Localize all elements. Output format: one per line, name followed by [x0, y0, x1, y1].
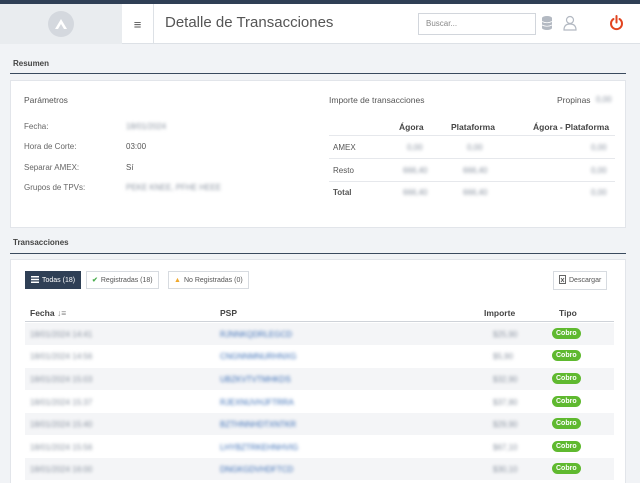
row-psp-link[interactable]: LHYBZTRKEHNHVIG	[220, 443, 298, 452]
resumen-card: Parámetros Fecha: 18/01/2024 Hora de Cor…	[10, 80, 626, 228]
hamburger-menu-icon[interactable]: ≡	[122, 4, 154, 44]
row-fecha: 18/01/2024 15:37	[30, 398, 93, 407]
download-button[interactable]: Descargar	[553, 271, 608, 290]
row-total-plataforma: 666,40	[463, 188, 488, 197]
tipo-badge: Cobro	[552, 350, 581, 361]
list-icon	[31, 275, 39, 285]
logo-mark-icon	[48, 11, 74, 37]
row-fecha: 18/01/2024 15:03	[30, 375, 93, 384]
row-importe: $5,90	[493, 352, 514, 361]
table-row[interactable]: 18/01/2024 15:40 BZTHNNHDTXNTKR $29,90 C…	[25, 413, 614, 435]
table-row[interactable]: 18/01/2024 15:37 RJEXNUVHJFTRRA $37,80 C…	[25, 391, 614, 413]
tab-todas[interactable]: Todas (18)	[25, 271, 82, 289]
row-resto-agora: 666,40	[403, 166, 428, 175]
row-fecha: 18/01/2024 15:56	[30, 443, 93, 452]
row-psp-link[interactable]: CNGNNMNURHNXG	[220, 352, 296, 361]
table-row[interactable]: 18/01/2024 15:56 LHYBZTRKEHNHVIG $67,10 …	[25, 436, 614, 458]
separar-amex-label: Separar AMEX:	[24, 163, 80, 172]
grupos-tpv-value: PEKE KNEE, PFHE HEEE	[126, 183, 222, 192]
app-header: ≡ Detalle de Transacciones Buscar...	[0, 4, 640, 44]
resumen-section-title: Resumen	[13, 59, 50, 68]
hora-corte-label: Hora de Corte:	[24, 142, 77, 151]
row-total-label: Total	[333, 188, 352, 197]
database-icon[interactable]	[541, 15, 553, 33]
hora-corte-value: 03:00	[126, 142, 147, 151]
row-importe: $29,90	[493, 420, 518, 429]
tipo-badge: Cobro	[552, 463, 581, 474]
propinas-value: 0,00	[596, 95, 612, 104]
tipo-badge: Cobro	[552, 396, 581, 407]
page-title: Detalle de Transacciones	[165, 14, 334, 31]
row-importe: $30,10	[493, 465, 518, 474]
row-psp-link[interactable]: UBZKVTVTMHKDS	[220, 375, 291, 384]
check-icon: ✔	[92, 277, 98, 284]
row-importe: $32,90	[493, 375, 518, 384]
row-psp-link[interactable]: DNGKGDVHDFTCD	[220, 465, 293, 474]
sort-icon: ↓≡	[56, 308, 67, 318]
section-divider	[10, 253, 626, 254]
row-amex-plataforma: 0,00	[467, 143, 483, 152]
tipo-badge: Cobro	[552, 441, 581, 452]
row-amex-agora: 0,00	[407, 143, 423, 152]
row-psp-link[interactable]: BZTHNNHDTXNTKR	[220, 420, 296, 429]
logo[interactable]	[0, 4, 122, 44]
warning-icon: ▲	[174, 276, 181, 284]
tipo-badge: Cobro	[552, 418, 581, 429]
fecha-value: 18/01/2024	[126, 122, 167, 131]
row-fecha: 18/01/2024 15:40	[30, 420, 93, 429]
row-resto-diff: 0,00	[591, 166, 607, 175]
table-row[interactable]: 18/01/2024 16:00 DNGKGDVHDFTCD $30,10 Co…	[25, 458, 614, 480]
row-total-agora: 666,40	[403, 188, 428, 197]
fecha-label: Fecha:	[24, 122, 49, 131]
tab-no-registradas[interactable]: ▲ No Registradas (0)	[168, 271, 249, 289]
row-total-diff: 0,00	[591, 188, 607, 197]
importe-title: Importe de transacciones	[329, 95, 425, 105]
row-fecha: 18/01/2024 14:56	[30, 352, 93, 361]
tab-registradas[interactable]: ✔ Registradas (18)	[86, 271, 159, 289]
col-psp-header: PSP	[220, 308, 238, 318]
row-fecha: 18/01/2024 16:00	[30, 465, 93, 474]
row-psp-link[interactable]: RJNNKQDRLEGCD	[220, 330, 292, 339]
row-importe: $67,10	[493, 443, 518, 452]
file-excel-icon	[559, 275, 566, 286]
table-row[interactable]: 18/01/2024 14:41 RJNNKQDRLEGCD $25,90 Co…	[25, 323, 614, 345]
row-importe: $25,90	[493, 330, 518, 339]
col-agora-header: Ágora	[399, 122, 424, 132]
table-row[interactable]: 18/01/2024 14:56 CNGNNMNURHNXG $5,90 Cob…	[25, 345, 614, 367]
row-importe: $37,80	[493, 398, 518, 407]
tipo-badge: Cobro	[552, 328, 581, 339]
user-icon[interactable]	[563, 15, 577, 33]
row-psp-link[interactable]: RJEXNUVHJFTRRA	[220, 398, 294, 407]
table-row[interactable]: 18/01/2024 15:03 UBZKVTVTMHKDS $32,90 Co…	[25, 368, 614, 390]
separar-amex-value: Sí	[126, 163, 134, 172]
row-resto-label: Resto	[333, 166, 354, 175]
row-amex-diff: 0,00	[591, 143, 607, 152]
col-importe-header: Importe	[484, 308, 516, 318]
propinas-label: Propinas	[557, 95, 591, 105]
tipo-badge: Cobro	[552, 373, 581, 384]
col-diff-header: Ágora - Plataforma	[533, 122, 610, 132]
col-tipo-header: Tipo	[559, 308, 577, 318]
transacciones-section-title: Transacciones	[13, 238, 69, 247]
col-plataforma-header: Plataforma	[451, 122, 495, 132]
parametros-title: Parámetros	[24, 95, 68, 105]
search-input[interactable]: Buscar...	[418, 13, 536, 35]
row-amex-label: AMEX	[333, 143, 356, 152]
section-divider	[10, 73, 626, 74]
col-fecha-header[interactable]: Fecha ↓≡	[30, 308, 66, 318]
grupos-tpv-label: Grupos de TPVs:	[24, 183, 86, 192]
row-resto-plataforma: 666,40	[463, 166, 488, 175]
power-icon[interactable]	[609, 15, 624, 33]
row-fecha: 18/01/2024 14:41	[30, 330, 93, 339]
